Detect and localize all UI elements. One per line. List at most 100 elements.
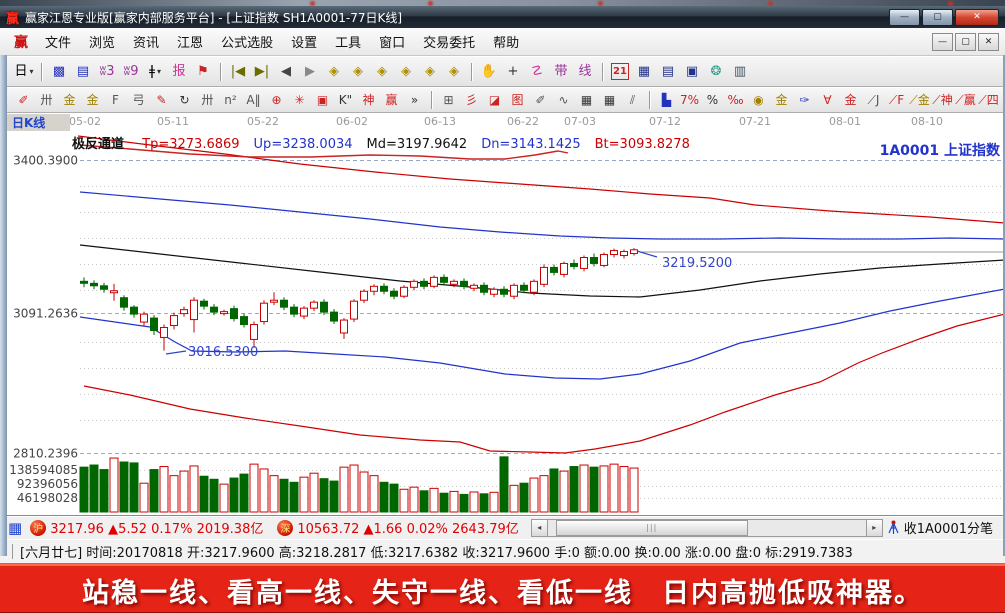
- volume-bar[interactable]: [420, 491, 428, 512]
- expand-v-icon[interactable]: ◈: [395, 62, 417, 82]
- compress-icon[interactable]: ◈: [419, 62, 441, 82]
- volume-bar[interactable]: [230, 478, 238, 512]
- scrollbar-track[interactable]: |||: [548, 519, 866, 537]
- square-web-icon[interactable]: ▣: [312, 92, 333, 109]
- ladder-icon[interactable]: 卅: [36, 92, 57, 109]
- bow-tool-icon[interactable]: 弓: [128, 92, 149, 109]
- candle-body[interactable]: [281, 300, 288, 307]
- period-day-selector[interactable]: 日▾: [13, 62, 35, 82]
- expand-all-icon[interactable]: ◈: [443, 62, 465, 82]
- candle-body[interactable]: [301, 308, 308, 316]
- volume-bar[interactable]: [400, 489, 408, 512]
- candle-body[interactable]: [141, 314, 148, 322]
- candle-body[interactable]: [421, 281, 428, 286]
- draw-pen-icon[interactable]: ✐: [13, 92, 34, 109]
- scroll-left-arrow[interactable]: ◂: [531, 519, 548, 537]
- maximize-button[interactable]: ▢: [922, 9, 953, 26]
- candle-body[interactable]: [491, 289, 498, 294]
- a-channel-icon[interactable]: A‖: [243, 92, 264, 109]
- candle-body[interactable]: [101, 286, 108, 289]
- chart-pic-icon[interactable]: 图: [507, 92, 528, 109]
- candle-body[interactable]: [601, 255, 608, 266]
- period-label[interactable]: 日K线: [7, 114, 70, 131]
- candle-body[interactable]: [91, 283, 98, 285]
- volume-bar[interactable]: [170, 476, 178, 512]
- expand-h-icon[interactable]: ◈: [371, 62, 393, 82]
- candle-body[interactable]: [431, 277, 438, 286]
- kline-chart-svg[interactable]: 05-0205-1105-2206-0206-1306-2207-0307-12…: [0, 113, 1005, 515]
- shanghai-index-icon[interactable]: 沪: [30, 520, 46, 536]
- volume-bar[interactable]: [160, 467, 168, 512]
- volume-bar[interactable]: [250, 464, 258, 512]
- prev-bar-icon[interactable]: ◀: [275, 62, 297, 82]
- menu-item-9[interactable]: 帮助: [484, 34, 528, 53]
- volume-bar[interactable]: [410, 487, 418, 512]
- gold-red-icon[interactable]: 金: [840, 92, 861, 109]
- candle-body[interactable]: [471, 285, 478, 288]
- volume-bar[interactable]: [220, 484, 228, 512]
- candle-body[interactable]: [351, 301, 358, 319]
- candle-body[interactable]: [571, 263, 578, 266]
- crosshair-icon[interactable]: +: [502, 62, 524, 82]
- volume-bar[interactable]: [280, 479, 288, 512]
- rank-flag-icon[interactable]: ⚑: [192, 62, 214, 82]
- volume-bar[interactable]: [320, 479, 328, 512]
- slashes-icon[interactable]: ⫽: [622, 92, 643, 109]
- volume-bar[interactable]: [440, 493, 448, 512]
- candle-body[interactable]: [451, 281, 458, 284]
- volume-bar[interactable]: [550, 469, 558, 512]
- menu-item-8[interactable]: 交易委托: [414, 34, 484, 53]
- candle-body[interactable]: [311, 302, 318, 308]
- volume-bar[interactable]: [630, 468, 638, 512]
- volume-bar[interactable]: [390, 484, 398, 512]
- volume-bar[interactable]: [200, 476, 208, 512]
- volume-bar[interactable]: [610, 464, 618, 512]
- candle-body[interactable]: [481, 285, 488, 292]
- more-tools-icon[interactable]: »: [404, 92, 425, 109]
- candle-body[interactable]: [291, 307, 298, 314]
- first-page-icon[interactable]: |◀: [227, 62, 249, 82]
- scrollbar-thumb[interactable]: |||: [556, 520, 748, 536]
- last-page-icon[interactable]: ▶|: [251, 62, 273, 82]
- volume-bar[interactable]: [530, 478, 538, 512]
- volume-bar[interactable]: [180, 471, 188, 512]
- menu-item-6[interactable]: 工具: [326, 34, 370, 53]
- shen-angle-icon[interactable]: ⟋神: [932, 92, 953, 109]
- candle-body[interactable]: [81, 281, 88, 283]
- candle-body[interactable]: [361, 291, 368, 300]
- pen-note-icon[interactable]: ☡: [526, 62, 548, 82]
- horizontal-scrollbar[interactable]: ◂ ||| ▸: [531, 519, 883, 536]
- menu-item-0[interactable]: 文件: [36, 34, 80, 53]
- candle-body[interactable]: [331, 312, 338, 321]
- menu-item-7[interactable]: 窗口: [370, 34, 414, 53]
- palette-icon[interactable]: ❂: [705, 62, 727, 82]
- candle-style-icon[interactable]: ǂ▾: [144, 62, 166, 82]
- candle-body[interactable]: [591, 258, 598, 264]
- blue-pen-icon[interactable]: ✑: [794, 92, 815, 109]
- menu-item-3[interactable]: 江恩: [168, 34, 212, 53]
- fan-rays-icon[interactable]: 彡: [461, 92, 482, 109]
- diag-grid-icon[interactable]: ◪: [484, 92, 505, 109]
- candle-body[interactable]: [151, 318, 158, 330]
- candle-body[interactable]: [341, 320, 348, 333]
- star-web-icon[interactable]: ✳: [289, 92, 310, 109]
- pen-line-icon[interactable]: ✐: [530, 92, 551, 109]
- candle-body[interactable]: [271, 300, 278, 302]
- tick-feed-status[interactable]: 收1A0001分笔: [887, 518, 1001, 537]
- pct-7-icon[interactable]: 7%: [679, 92, 700, 109]
- target-circle-icon[interactable]: ⊕: [266, 92, 287, 109]
- minimize-button[interactable]: —: [889, 9, 920, 26]
- volume-bar[interactable]: [500, 457, 508, 512]
- volume-bar[interactable]: [210, 479, 218, 512]
- candle-body[interactable]: [231, 309, 238, 319]
- volume-bar[interactable]: [260, 469, 268, 512]
- volume-bar[interactable]: [590, 467, 598, 512]
- volume-bar[interactable]: [110, 458, 118, 512]
- candle-body[interactable]: [611, 251, 618, 255]
- volume-bar[interactable]: [540, 476, 548, 512]
- si-angle-icon[interactable]: ⟋四: [978, 92, 999, 109]
- zoom-in-diamond-icon[interactable]: ◈: [347, 62, 369, 82]
- bars-9-icon[interactable]: ʬ9: [120, 62, 142, 82]
- candle-body[interactable]: [381, 286, 388, 291]
- volume-bar[interactable]: [330, 481, 338, 512]
